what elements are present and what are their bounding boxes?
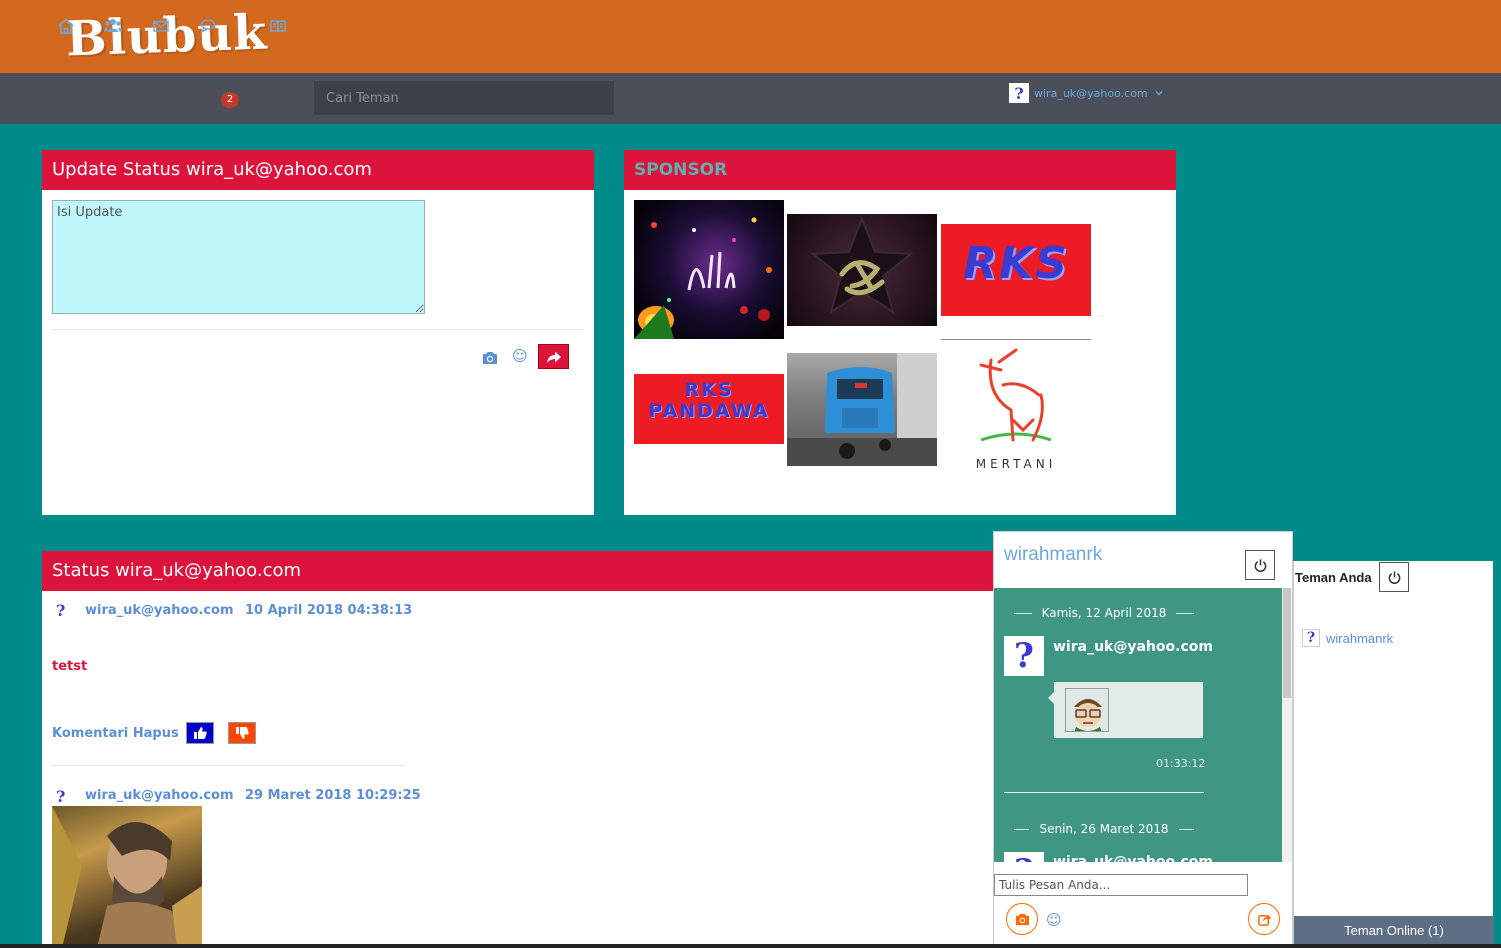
close-chat-button[interactable] bbox=[1245, 550, 1275, 580]
power-icon bbox=[1388, 570, 1400, 584]
chat-message-time: 01:33:12 bbox=[1156, 757, 1206, 770]
post-divider bbox=[52, 765, 404, 766]
thumbs-up-icon bbox=[194, 727, 207, 739]
chat-divider bbox=[1004, 792, 1204, 793]
chat-day-separator: Senin, 26 Maret 2018 bbox=[1004, 822, 1204, 836]
chat-message-avatar: ? bbox=[1004, 852, 1044, 862]
emoticon-icon[interactable]: ☺ bbox=[512, 347, 528, 365]
camera-icon bbox=[1015, 913, 1029, 925]
friends-panel: Teman Anda ? wirahmanrk Teman Online (1) bbox=[1293, 561, 1494, 948]
chat-icon[interactable] bbox=[200, 17, 218, 35]
chat-window: wirahmanrk Kamis, 12 April 2018 ? wira_u… bbox=[993, 531, 1293, 948]
post-timestamp: 29 Maret 2018 10:29:25 bbox=[245, 788, 421, 803]
chat-message-user: wira_uk@yahoo.com bbox=[1053, 854, 1213, 862]
chat-message-input[interactable] bbox=[994, 874, 1248, 896]
rks-pandawa-logo-text: RKS PANDAWA bbox=[648, 379, 770, 422]
friends-title: Teman Anda bbox=[1295, 570, 1372, 585]
site-logo[interactable]: Blubuk bbox=[65, 5, 268, 68]
chat-message-avatar: ? bbox=[1004, 636, 1044, 676]
share-arrow-icon bbox=[546, 351, 561, 363]
sticker-image bbox=[1065, 688, 1109, 732]
friend-item[interactable]: ? wirahmanrk bbox=[1302, 629, 1393, 647]
chat-send-button[interactable] bbox=[1248, 903, 1280, 935]
sponsor-image-bajaj[interactable] bbox=[787, 353, 937, 466]
camera-icon[interactable] bbox=[482, 350, 498, 364]
post-user-link[interactable]: wira_uk@yahoo.com bbox=[85, 788, 234, 803]
book-icon[interactable] bbox=[269, 17, 287, 35]
divider bbox=[52, 329, 584, 330]
sponsor-image-allah[interactable] bbox=[634, 200, 784, 339]
status-feed-panel: Status wira_uk@yahoo.com ? wira_uk@yahoo… bbox=[42, 551, 1002, 948]
friend-name: wirahmanrk bbox=[1326, 630, 1394, 646]
mertani-logo-text: MERTANI bbox=[975, 457, 1057, 471]
rks-logo-text: RKS bbox=[963, 238, 1069, 289]
brand-bar: Blubuk bbox=[0, 0, 1501, 73]
chat-day-separator: Kamis, 12 April 2018 bbox=[1004, 606, 1204, 620]
share-button[interactable] bbox=[538, 344, 569, 369]
friends-icon[interactable] bbox=[104, 17, 122, 35]
power-icon bbox=[1254, 558, 1266, 572]
like-button[interactable] bbox=[186, 722, 214, 744]
user-avatar: ? bbox=[1009, 83, 1029, 103]
post-text: tetst bbox=[52, 659, 88, 674]
chat-badge: 2 bbox=[221, 92, 239, 108]
friend-avatar: ? bbox=[1302, 629, 1320, 647]
send-share-icon bbox=[1257, 914, 1271, 926]
chat-photo-button[interactable] bbox=[1006, 903, 1038, 935]
chat-scrollbar-thumb[interactable] bbox=[1283, 588, 1291, 698]
sponsor-logo-mertani[interactable]: MERTANI bbox=[941, 339, 1091, 473]
sponsor-image-muhammad[interactable] bbox=[787, 214, 937, 326]
post-avatar[interactable]: ? bbox=[56, 787, 72, 807]
post-image-warrior[interactable] bbox=[52, 806, 202, 948]
status-textarea[interactable] bbox=[52, 200, 425, 314]
chat-emoticon-icon[interactable]: ☺ bbox=[1046, 911, 1062, 929]
user-menu[interactable]: ? wira_uk@yahoo.com bbox=[1009, 83, 1164, 103]
thumbs-down-icon bbox=[236, 727, 249, 739]
search-friend-input[interactable] bbox=[314, 81, 614, 115]
bottom-strip bbox=[0, 944, 1501, 948]
chat-message-bubble bbox=[1048, 682, 1203, 738]
sponsor-logo-rks-pandawa[interactable]: RKS PANDAWA bbox=[634, 374, 784, 444]
update-status-title: Update Status wira_uk@yahoo.com bbox=[42, 150, 594, 190]
sponsor-logo-rks[interactable]: RKS bbox=[941, 224, 1091, 316]
update-status-panel: Update Status wira_uk@yahoo.com ☺ bbox=[42, 150, 594, 515]
chevron-down-icon bbox=[1155, 91, 1163, 96]
user-email: wira_uk@yahoo.com bbox=[1034, 86, 1148, 100]
chat-scrollbar[interactable] bbox=[1282, 588, 1292, 862]
mail-icon[interactable] bbox=[152, 17, 170, 35]
post-user-link[interactable]: wira_uk@yahoo.com bbox=[85, 603, 234, 618]
sponsor-title: SPONSOR bbox=[624, 150, 1176, 190]
post-avatar[interactable]: ? bbox=[56, 601, 72, 621]
post-comment-delete-links[interactable]: Komentari Hapus bbox=[52, 726, 179, 741]
dislike-button[interactable] bbox=[228, 722, 256, 744]
chat-partner-name: wirahmanrk bbox=[1004, 544, 1103, 565]
friends-power-button[interactable] bbox=[1379, 562, 1409, 592]
post-timestamp: 10 April 2018 04:38:13 bbox=[245, 603, 413, 618]
chat-messages[interactable]: Kamis, 12 April 2018 ? wira_uk@yahoo.com… bbox=[994, 588, 1282, 862]
sponsor-panel: SPONSOR RKS RKS PANDAWA MERTANI bbox=[624, 150, 1176, 515]
home-icon[interactable] bbox=[57, 17, 75, 35]
status-feed-title: Status wira_uk@yahoo.com bbox=[42, 551, 1002, 591]
chat-message-user: wira_uk@yahoo.com bbox=[1053, 639, 1213, 655]
